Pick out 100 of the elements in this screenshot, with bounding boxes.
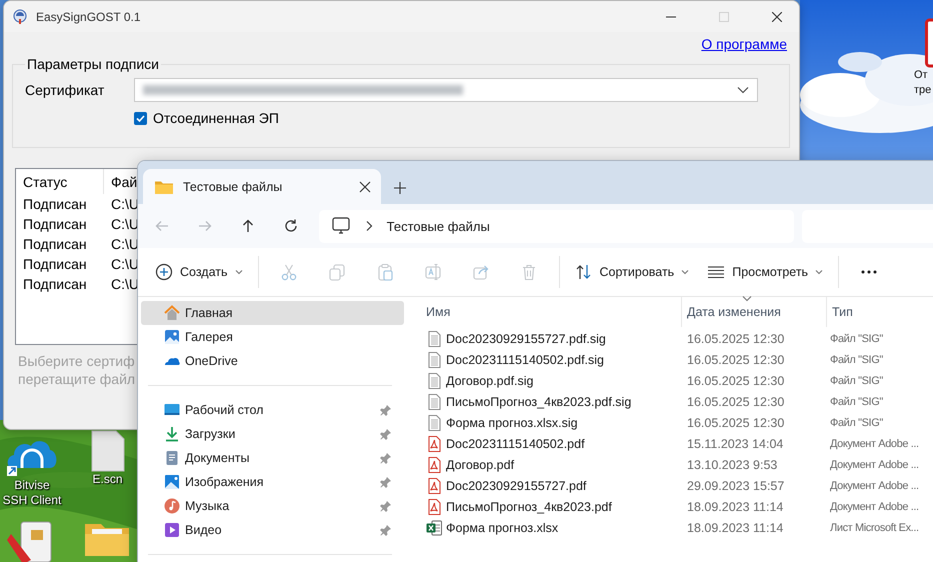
text-file-icon [426, 414, 442, 430]
computer-icon [330, 216, 351, 236]
share-icon [472, 263, 490, 281]
desktop-icon-label: E.scn [92, 472, 122, 487]
table-cell-text: Файл "SIG" [829, 354, 884, 366]
rename-icon [424, 263, 442, 281]
checkmark-icon [135, 112, 146, 124]
file-name[interactable]: Doc20230929155727.pdf.sig [446, 332, 606, 346]
table-cell-text: Подписан [22, 276, 88, 292]
text-file-icon [426, 352, 442, 368]
pdf-file-icon [426, 498, 442, 514]
field-label: Сертификат [25, 82, 106, 98]
table-cell-text: Подписан [22, 216, 88, 232]
desktop-icon-label: От тре [914, 68, 932, 98]
file-name[interactable]: Форма прогноз.xlsx.sig [446, 416, 578, 430]
text-file-icon [426, 372, 442, 388]
column-header[interactable]: Статус [16, 169, 104, 194]
sort-button[interactable]: Сортировать [566, 255, 698, 289]
view-button[interactable]: Просмотреть [698, 255, 832, 289]
sidebar-item[interactable]: Галерея [141, 325, 404, 349]
column-header[interactable]: Тип [832, 305, 853, 319]
sidebar-item[interactable]: OneDrive [141, 349, 404, 373]
clipboard-icon [376, 263, 394, 281]
chevron-right-icon [364, 220, 373, 232]
chevron-down-icon [737, 86, 749, 94]
sort-arrows-icon [574, 263, 593, 281]
video-icon [164, 522, 180, 538]
table-cell-text: 18.09.2023 11:14 [686, 520, 784, 534]
sidebar-item[interactable]: Документы [141, 446, 404, 470]
gallery-icon [164, 329, 180, 345]
table-cell-text: Файл "SIG" [829, 416, 884, 428]
table-cell-text: Лист Microsoft Ex... [829, 522, 920, 534]
desktop-icon-label: Bitvise SSH Client [2, 478, 62, 508]
table-cell-text: Подписан [22, 196, 88, 212]
close-icon [359, 180, 371, 192]
window-title: EasySignGOST 0.1 [36, 10, 142, 24]
sidebar-item[interactable]: Загрузки [141, 422, 404, 446]
table-cell-text: Файл "SIG" [829, 332, 884, 344]
file-name[interactable]: Doc20231115140502.pdf.sig [446, 352, 604, 366]
file-name[interactable]: Договор.pdf [446, 458, 514, 472]
text-file-icon [426, 394, 442, 410]
new-button[interactable]: Создать [146, 255, 252, 289]
table-cell-text: Файл "SIG" [829, 396, 884, 408]
table-cell-text: Документ Adobe ... [829, 480, 920, 492]
file-name[interactable]: Договор.pdf.sig [446, 374, 534, 388]
table-cell-text: 16.05.2025 12:30 [686, 374, 786, 388]
plus-circle-icon [155, 263, 173, 281]
column-header[interactable]: Имя [426, 305, 450, 319]
sidebar-item[interactable]: Музыка [141, 494, 404, 518]
tab[interactable]: Тестовые файлы [143, 169, 381, 204]
checkbox[interactable] [134, 112, 147, 124]
column-header[interactable]: Фай [104, 169, 138, 194]
file-name[interactable]: Форма прогноз.xlsx [446, 520, 558, 534]
app-logo-icon [12, 8, 28, 24]
table-cell-text: 13.10.2023 9:53 [686, 458, 778, 472]
copy-icon [328, 263, 346, 281]
table-cell-text: Подписан [22, 236, 88, 252]
table-cell-text: 16.05.2025 12:30 [686, 332, 786, 346]
file-name[interactable]: ПисьмоПрогноз_4кв2023.pdf [446, 500, 612, 514]
sidebar-item[interactable]: Изображения [141, 470, 404, 494]
group-title: Параметры подписи [26, 56, 160, 72]
refresh-icon [283, 218, 300, 234]
table-cell-text: 15.11.2023 14:04 [686, 436, 784, 450]
pdf-file-icon [426, 436, 442, 452]
about-link[interactable]: О программе [701, 36, 787, 52]
pdf-file-icon [426, 478, 442, 494]
sidebar-item[interactable]: Главная [141, 301, 404, 325]
table-cell-text: 16.05.2025 12:30 [686, 394, 786, 408]
maximize-icon [718, 12, 728, 22]
certificate-dropdown[interactable] [134, 78, 758, 102]
pdf-file-icon [426, 456, 442, 472]
spreadsheet-file-icon [426, 520, 442, 536]
desktop-icon [164, 402, 180, 418]
file-name[interactable]: Doc20231115140502.pdf [446, 436, 585, 450]
house-icon [164, 305, 180, 321]
file-name[interactable]: Doc20230929155727.pdf [446, 478, 586, 492]
minimize-icon [666, 16, 676, 18]
table-cell-text: 18.09.2023 11:14 [686, 500, 784, 514]
address-bar[interactable]: Тестовые файлы [318, 210, 794, 242]
close-icon [772, 12, 782, 22]
table-cell-text: Файл "SIG" [829, 374, 884, 386]
image-icon [164, 474, 180, 490]
column-header[interactable]: Дата изменения [687, 305, 781, 319]
sidebar-item[interactable]: Видео [141, 518, 404, 542]
more-icon [861, 270, 878, 274]
file-name[interactable]: ПисьмоПрогноз_4кв2023.pdf.sig [446, 394, 632, 408]
document-icon [164, 450, 180, 466]
table-cell-text: 16.05.2025 12:30 [686, 416, 786, 430]
table-cell-text: 16.05.2025 12:30 [686, 352, 786, 366]
table-cell-text: Документ Adobe ... [829, 438, 920, 450]
scissors-icon [280, 263, 298, 281]
music-note-icon [164, 498, 180, 514]
download-icon [164, 426, 180, 442]
hint-text: Выберите сертиф [18, 352, 135, 370]
sidebar-item[interactable]: Рабочий стол [141, 398, 404, 422]
table-cell-text: Документ Adobe ... [829, 500, 920, 512]
table-cell-text: Документ Adobe ... [829, 458, 920, 470]
text-file-icon [426, 330, 442, 346]
plus-icon[interactable] [393, 181, 407, 195]
checkbox-label: Отсоединенная ЭП [153, 110, 279, 126]
